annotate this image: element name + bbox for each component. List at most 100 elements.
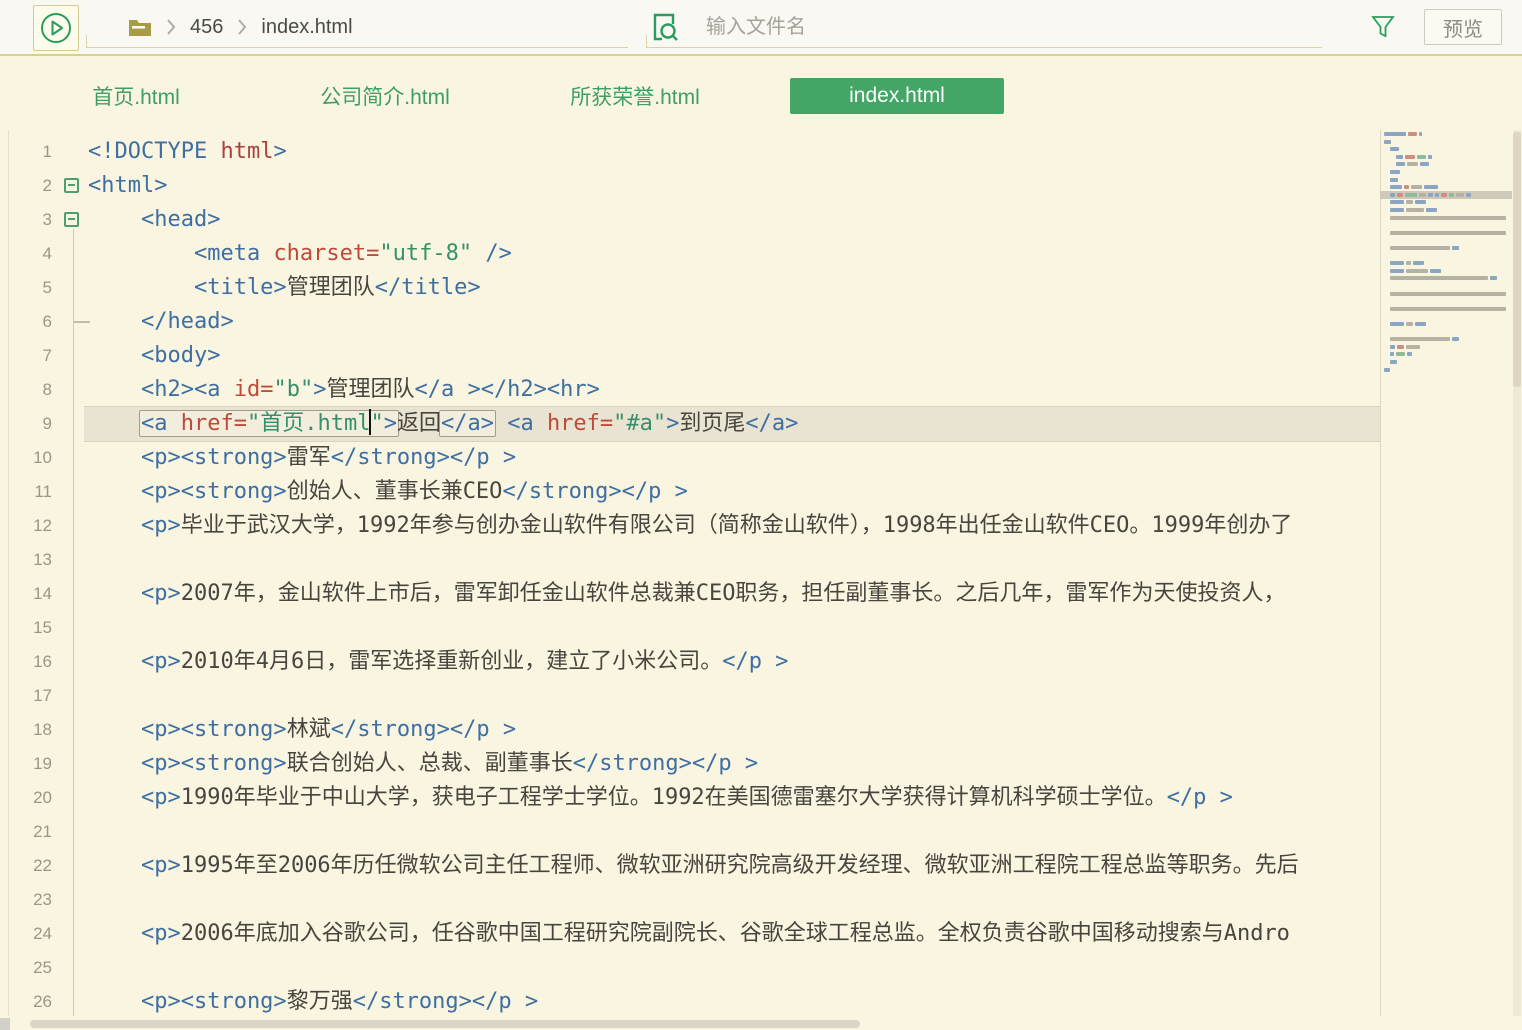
code-line[interactable] xyxy=(84,815,1380,849)
line-number[interactable]: 16 xyxy=(0,645,52,679)
code-line[interactable] xyxy=(84,883,1380,917)
tab-honors-html[interactable]: 所获荣誉.html xyxy=(545,78,725,114)
code-line-active[interactable]: <a href="首页.html">返回</a> <a href="#a">到页… xyxy=(84,407,1380,441)
code-token: </title> xyxy=(375,275,481,300)
minimap-row xyxy=(1384,140,1391,144)
breadcrumb-item-file[interactable]: index.html xyxy=(261,16,352,39)
minimap-segment xyxy=(1428,193,1433,197)
minimap-segment xyxy=(1411,185,1422,189)
code-line[interactable]: <h2><a id="b">管理团队</a ></h2><hr> xyxy=(84,373,1380,407)
code-line[interactable]: <p>1995年至2006年历任微软公司主任工程师、微软亚洲研究院高级开发经理、… xyxy=(84,849,1380,883)
code-line[interactable] xyxy=(84,543,1380,577)
code-line[interactable]: <p>2006年底加入谷歌公司，任谷歌中国工程研究院副院长、谷歌全球工程总监。全… xyxy=(84,917,1380,951)
line-number[interactable]: 10 xyxy=(0,441,52,475)
code-token: <body> xyxy=(88,343,220,368)
run-button[interactable] xyxy=(33,5,79,51)
filter-icon[interactable] xyxy=(1370,14,1398,42)
line-number[interactable]: 8 xyxy=(0,373,52,407)
line-number[interactable]: 4 xyxy=(0,237,52,271)
code-line[interactable]: <p><strong>雷军</strong></p > xyxy=(84,441,1380,475)
code-token: 到页尾 xyxy=(679,411,745,436)
horizontal-scrollbar-thumb[interactable] xyxy=(30,1020,860,1028)
code-token: </a> xyxy=(441,411,494,436)
minimap-segment xyxy=(1424,185,1438,189)
code-token: </a ></h2><hr> xyxy=(414,377,599,402)
code-token: 毕业于武汉大学，1992年参与创办金山软件有限公司（简称金山软件），1998年出… xyxy=(181,513,1293,538)
code-line[interactable]: <p><strong>联合创始人、总裁、副董事长</strong></p > xyxy=(84,747,1380,781)
code-token: </strong></p > xyxy=(573,751,758,776)
code-line[interactable]: <!DOCTYPE html> xyxy=(84,135,1380,169)
code-line[interactable]: <p><strong>黎万强</strong></p > xyxy=(84,985,1380,1019)
line-number[interactable]: 11 xyxy=(0,475,52,509)
folder-icon[interactable] xyxy=(128,17,152,37)
line-number[interactable]: 5 xyxy=(0,271,52,305)
line-number[interactable]: 17 xyxy=(0,679,52,713)
code-token: 雷军 xyxy=(287,445,331,470)
minimap-row xyxy=(1384,132,1422,136)
line-number[interactable]: 3 xyxy=(0,203,52,237)
fold-collapse-icon[interactable] xyxy=(64,212,79,227)
line-number[interactable]: 24 xyxy=(0,917,52,951)
line-number[interactable]: 9 xyxy=(0,407,52,441)
fold-collapse-icon[interactable] xyxy=(64,178,79,193)
chevron-right-icon xyxy=(237,19,247,35)
code-line[interactable]: <p><strong>林斌</strong></p > xyxy=(84,713,1380,747)
minimap[interactable] xyxy=(1384,132,1512,522)
code-line[interactable]: <meta charset="utf-8" /> xyxy=(84,237,1380,271)
code-line[interactable]: <p>2010年4月6日，雷军选择重新创业，建立了小米公司。</p > xyxy=(84,645,1380,679)
code-token: <head> xyxy=(88,207,220,232)
minimap-segment xyxy=(1413,261,1424,265)
code-line[interactable]: <body> xyxy=(84,339,1380,373)
line-number[interactable]: 7 xyxy=(0,339,52,373)
code-token: 1995年至2006年历任微软公司主任工程师、微软亚洲研究院高级开发经理、微软亚… xyxy=(181,853,1299,878)
code-token: > xyxy=(273,139,286,164)
line-number[interactable]: 12 xyxy=(0,509,52,543)
code-line[interactable]: <p><strong>创始人、董事长兼CEO</strong></p > xyxy=(84,475,1380,509)
code-token: <p><strong> xyxy=(88,717,287,742)
code-editor[interactable]: 1234567891011121314151617181920212223242… xyxy=(0,130,1522,1030)
code-line[interactable]: </head> xyxy=(84,305,1380,339)
code-line[interactable]: <p>1990年毕业于中山大学，获电子工程学士学位。1992在美国德雷塞尔大学获… xyxy=(84,781,1380,815)
code-token: <a xyxy=(494,411,547,436)
line-number[interactable]: 25 xyxy=(0,951,52,985)
line-number[interactable]: 20 xyxy=(0,781,52,815)
code-token: <a xyxy=(141,411,181,436)
minimap-segment xyxy=(1415,322,1426,326)
line-number[interactable]: 19 xyxy=(0,747,52,781)
line-number[interactable]: 14 xyxy=(0,577,52,611)
code-line[interactable]: <head> xyxy=(84,203,1380,237)
minimap-row xyxy=(1390,208,1437,212)
toolbar: 456 index.html 预览 xyxy=(0,0,1522,56)
minimap-segment xyxy=(1407,352,1412,356)
tab-company-intro-html[interactable]: 公司简介.html xyxy=(295,78,475,114)
code-line[interactable] xyxy=(84,611,1380,645)
code-line[interactable]: <p>毕业于武汉大学，1992年参与创办金山软件有限公司（简称金山软件），199… xyxy=(84,509,1380,543)
line-number[interactable]: 13 xyxy=(0,543,52,577)
minimap-segment xyxy=(1384,368,1390,372)
line-number[interactable]: 2 xyxy=(0,169,52,203)
breadcrumb-item-folder[interactable]: 456 xyxy=(190,16,223,39)
code-line[interactable] xyxy=(84,951,1380,985)
line-number[interactable]: 21 xyxy=(0,815,52,849)
line-number[interactable]: 15 xyxy=(0,611,52,645)
code-line[interactable]: <p>2007年，金山软件上市后，雷军卸任金山软件总裁兼CEO职务，担任副董事长… xyxy=(84,577,1380,611)
line-number[interactable]: 26 xyxy=(0,985,52,1019)
code-line[interactable]: <title>管理团队</title> xyxy=(84,271,1380,305)
vertical-scrollbar-thumb[interactable] xyxy=(1513,132,1521,387)
line-number[interactable]: 6 xyxy=(0,305,52,339)
search-input[interactable] xyxy=(706,16,1266,39)
line-number[interactable]: 18 xyxy=(0,713,52,747)
preview-button[interactable]: 预览 xyxy=(1424,9,1502,45)
minimap-segment xyxy=(1430,269,1441,273)
code-line[interactable] xyxy=(84,679,1380,713)
line-number[interactable]: 22 xyxy=(0,849,52,883)
code-token: 黎万强 xyxy=(287,989,353,1014)
code-line[interactable]: <html> xyxy=(84,169,1380,203)
tab-index-html-active[interactable]: index.html xyxy=(790,78,1004,114)
minimap-segment xyxy=(1390,246,1450,250)
minimap-segment xyxy=(1390,337,1450,341)
tab-home-html[interactable]: 首页.html xyxy=(46,78,226,114)
code-token: 创始人、董事长兼CEO xyxy=(287,479,503,504)
line-number[interactable]: 1 xyxy=(0,135,52,169)
line-number[interactable]: 23 xyxy=(0,883,52,917)
